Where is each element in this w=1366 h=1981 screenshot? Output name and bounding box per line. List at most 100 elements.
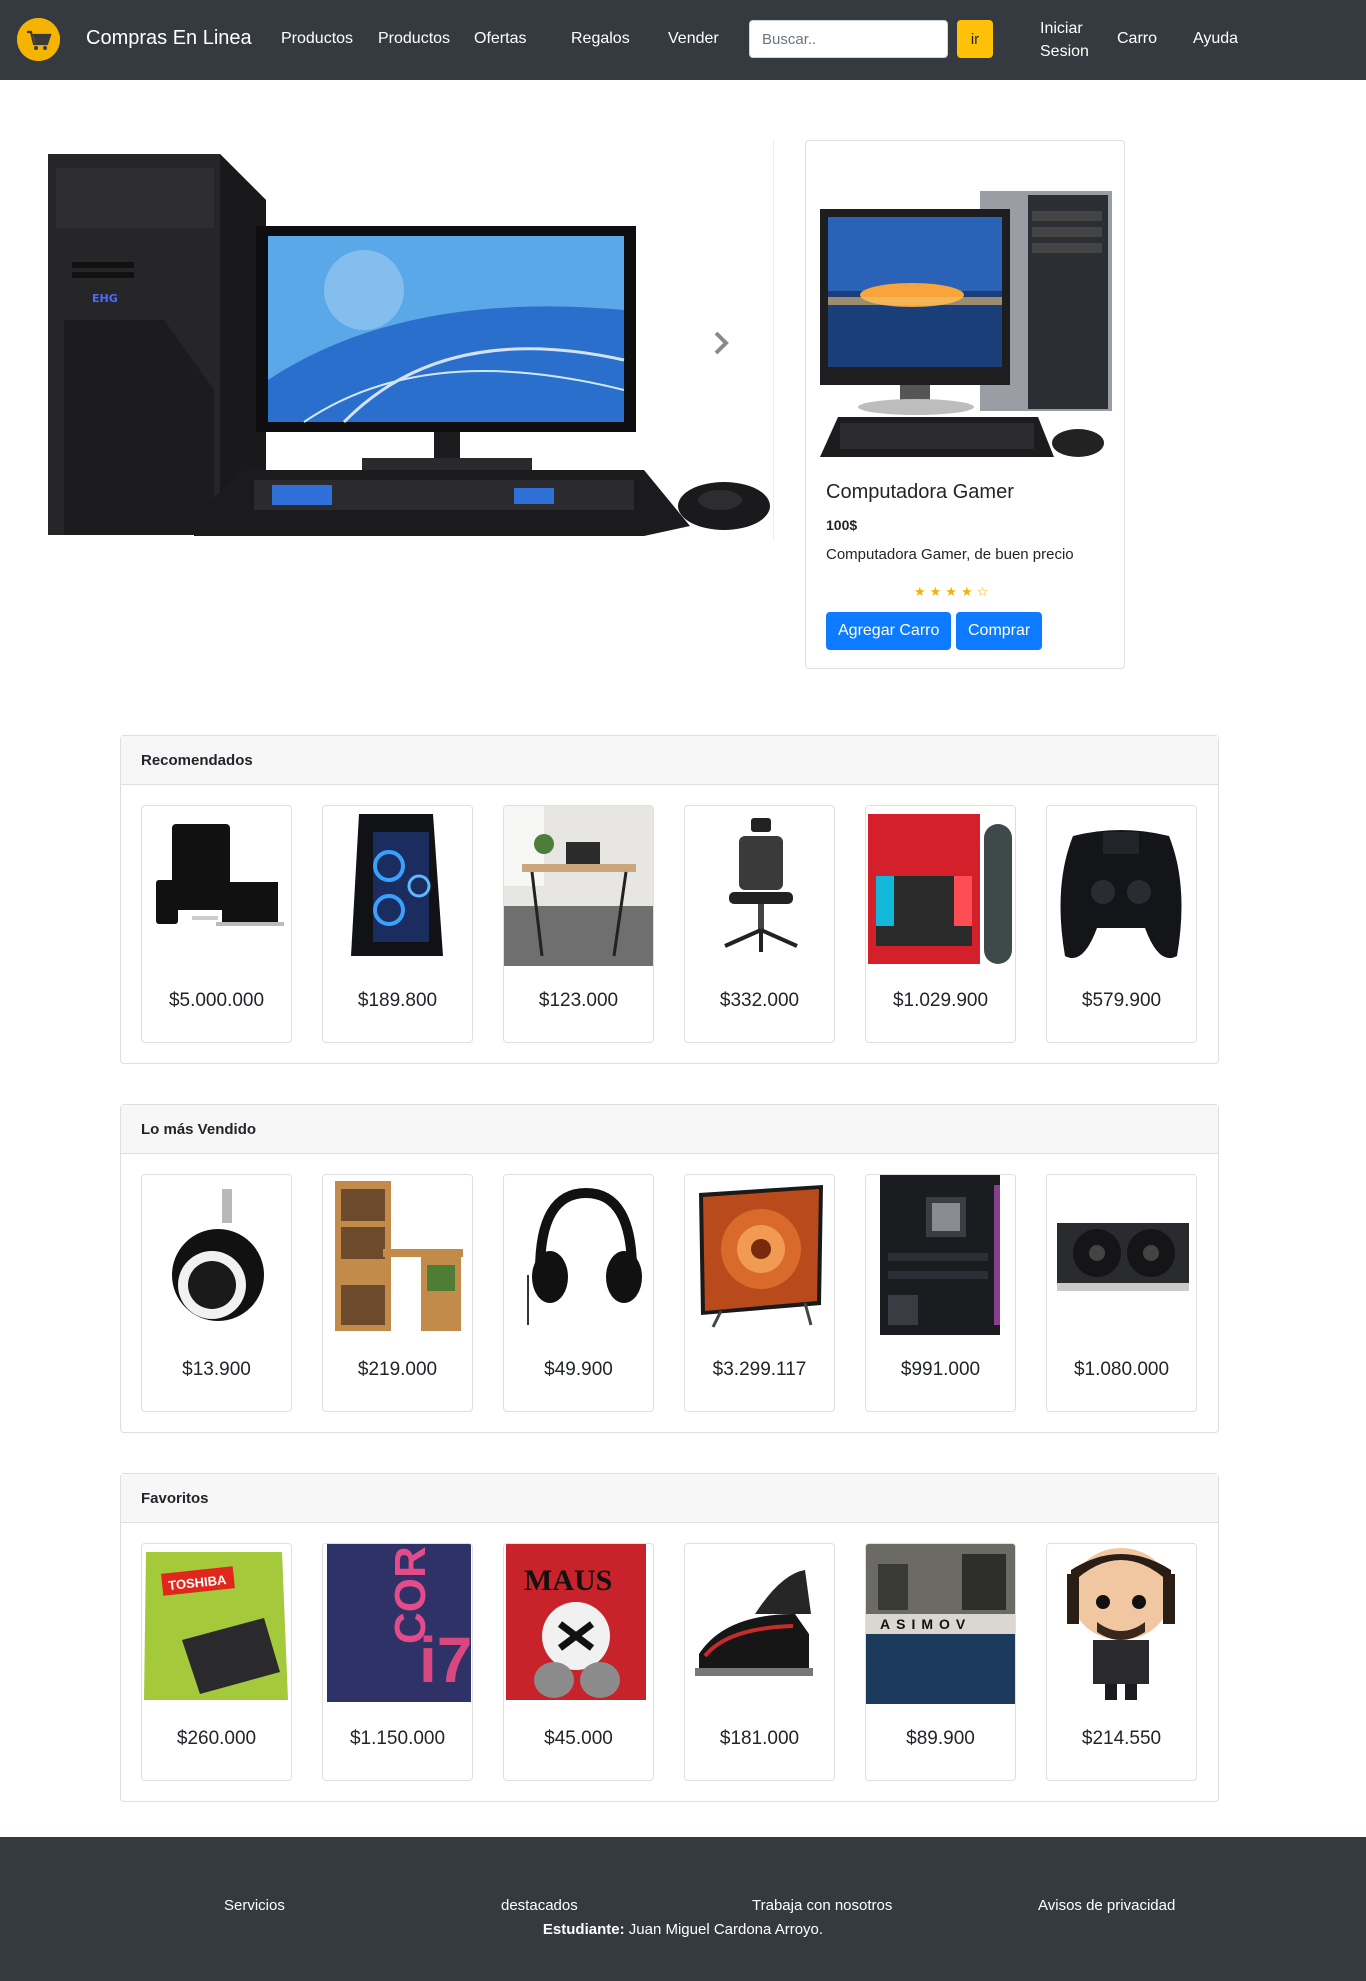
graphics-card-icon <box>1047 1175 1196 1335</box>
apple-devices-icon <box>142 806 291 966</box>
rating-stars-icon: ★★★★☆ <box>914 584 993 599</box>
product-item[interactable]: ASIMOV $89.900 <box>865 1543 1016 1781</box>
product-item[interactable]: $1.080.000 <box>1046 1174 1197 1412</box>
product-price: $1.080.000 <box>1073 1359 1170 1380</box>
nav-link-vender[interactable]: Vender <box>668 30 719 48</box>
chair-wheel-icon <box>142 1175 291 1335</box>
svg-text:EHG: EHG <box>92 292 118 305</box>
product-item[interactable]: $13.900 <box>141 1174 292 1412</box>
product-price: $219.000 <box>357 1359 438 1380</box>
headphones-icon <box>504 1175 653 1335</box>
product-price: $49.900 <box>544 1359 613 1380</box>
product-price: $991.000 <box>900 1359 981 1380</box>
product-item[interactable]: $3.299.117 <box>684 1174 835 1412</box>
featured-product-card: Computadora Gamer 100$ Computadora Gamer… <box>805 140 1125 669</box>
featured-product-image <box>816 181 1116 591</box>
product-item[interactable]: $579.900 <box>1046 805 1197 1043</box>
television-icon <box>685 1175 834 1335</box>
product-item[interactable]: $5.000.000 <box>141 805 292 1043</box>
product-item[interactable]: MAUS $45.000 <box>503 1543 654 1781</box>
section-title: Recomendados <box>141 752 253 769</box>
product-item[interactable]: $991.000 <box>865 1174 1016 1412</box>
nav-link-productos[interactable]: Productos <box>281 30 353 48</box>
asimov-title-text: ASIMOV <box>880 1616 971 1632</box>
motherboard-icon <box>866 1175 1015 1335</box>
section-title: Favoritos <box>141 1490 209 1507</box>
product-price: $13.900 <box>182 1359 251 1380</box>
product-item[interactable]: $214.550 <box>1046 1543 1197 1781</box>
product-item[interactable]: CORE i7 $1.150.000 <box>322 1543 473 1781</box>
section-header: Lo más Vendido <box>121 1105 1218 1154</box>
nav-link-regalos[interactable]: Regalos <box>571 30 630 48</box>
search-button[interactable]: ir <box>957 20 993 58</box>
i7-label-text: i7 <box>419 1624 472 1696</box>
nintendo-switch-icon <box>866 806 1015 966</box>
product-price: $579.900 <box>1081 990 1162 1011</box>
section-favoritos: Favoritos TOSHIBA $260.000 CORE i7 $1.15… <box>120 1473 1219 1802</box>
login-label-line2: Sesion <box>1040 43 1089 60</box>
product-price: $181.000 <box>719 1728 800 1749</box>
section-header: Favoritos <box>121 1474 1218 1523</box>
external-hard-drive-icon: TOSHIBA <box>142 1544 291 1704</box>
featured-product-price: 100$ <box>826 517 858 533</box>
maus-title-text: MAUS <box>524 1564 612 1597</box>
login-label-line1: Iniciar <box>1040 20 1083 37</box>
footer-link-destacados[interactable]: destacados <box>501 1897 578 1914</box>
navbar: Compras En Linea Productos Productos Ofe… <box>0 0 1366 80</box>
product-item[interactable]: $181.000 <box>684 1543 835 1781</box>
product-price: $189.800 <box>357 990 438 1011</box>
featured-product-description: Computadora Gamer, de buen precio <box>826 546 1074 563</box>
product-item[interactable]: $219.000 <box>322 1174 473 1412</box>
product-price: $5.000.000 <box>168 990 265 1011</box>
game-controller-icon <box>1047 806 1196 966</box>
product-item[interactable]: $49.900 <box>503 1174 654 1412</box>
iron-icon <box>685 1544 834 1704</box>
hero-carousel: EHG <box>44 140 774 540</box>
product-price: $123.000 <box>538 990 619 1011</box>
nav-link-productos-2[interactable]: Productos <box>378 30 450 48</box>
desk-icon <box>504 806 653 966</box>
product-price: $260.000 <box>176 1728 257 1749</box>
footer-link-trabaja[interactable]: Trabaja con nosotros <box>752 1897 892 1914</box>
section-recomendados: Recomendados $5.000.000 $189.800 $123.00… <box>120 735 1219 1064</box>
credit-label: Estudiante: <box>542 1921 625 1938</box>
product-price: $214.550 <box>1081 1728 1162 1749</box>
office-chair-icon <box>685 806 834 966</box>
nav-link-ofertas[interactable]: Ofertas <box>474 30 526 48</box>
funko-figure-icon <box>1047 1544 1196 1704</box>
product-price: $1.150.000 <box>349 1728 446 1749</box>
product-price: $3.299.117 <box>712 1359 807 1380</box>
section-title: Lo más Vendido <box>141 1121 257 1138</box>
section-lo-mas-vendido: Lo más Vendido $13.900 $219.000 $49.900 … <box>120 1104 1219 1433</box>
desktop-computer-image: EHG <box>44 140 773 540</box>
credit-name: Juan Miguel Cardona Arroyo. <box>628 1921 824 1938</box>
cart-logo-icon[interactable] <box>17 18 60 61</box>
brand-title[interactable]: Compras En Linea <box>86 27 252 50</box>
nav-link-cart[interactable]: Carro <box>1117 30 1157 48</box>
book-asimov-icon: ASIMOV <box>866 1544 1015 1704</box>
product-item[interactable]: $123.000 <box>503 805 654 1043</box>
product-price: $332.000 <box>719 990 800 1011</box>
product-price: $45.000 <box>544 1728 613 1749</box>
buy-button[interactable]: Comprar <box>956 612 1043 650</box>
product-item[interactable]: $332.000 <box>684 805 835 1043</box>
login-link[interactable]: Iniciar Sesion <box>1040 17 1089 63</box>
product-item[interactable]: $1.029.900 <box>865 805 1016 1043</box>
nav-link-help[interactable]: Ayuda <box>1193 30 1238 48</box>
footer-link-privacidad[interactable]: Avisos de privacidad <box>1038 1897 1175 1914</box>
product-price: $89.900 <box>906 1728 975 1749</box>
student-credit: Estudiante: Juan Miguel Cardona Arroyo. <box>0 1921 1366 1938</box>
product-item[interactable]: $189.800 <box>322 805 473 1043</box>
product-price: $1.029.900 <box>892 990 989 1011</box>
footer: Servicios destacados Trabaja con nosotro… <box>0 1837 1366 1981</box>
section-header: Recomendados <box>121 736 1218 785</box>
product-item[interactable]: TOSHIBA $260.000 <box>141 1543 292 1781</box>
featured-product-title: Computadora Gamer <box>826 481 1014 503</box>
gaming-pc-tower-icon <box>323 806 472 966</box>
add-to-cart-button[interactable]: Agregar Carro <box>826 612 952 650</box>
processor-box-icon: CORE i7 <box>323 1544 472 1704</box>
footer-link-servicios[interactable]: Servicios <box>224 1897 285 1914</box>
carousel-next-icon[interactable] <box>700 323 740 363</box>
bookshelf-desk-icon <box>323 1175 472 1335</box>
search-input[interactable] <box>749 20 948 58</box>
